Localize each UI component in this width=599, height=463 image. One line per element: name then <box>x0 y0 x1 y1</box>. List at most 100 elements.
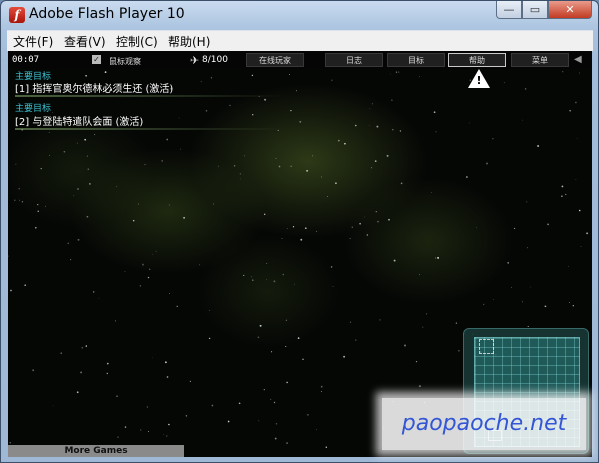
objectives-button[interactable]: 目标 <box>387 53 445 67</box>
star <box>304 227 307 230</box>
star <box>77 238 80 241</box>
online-players-button[interactable]: 在线玩家 <box>246 53 304 67</box>
star <box>395 71 398 73</box>
star <box>67 242 70 245</box>
star <box>281 237 283 240</box>
star <box>312 155 313 157</box>
close-button[interactable]: ✕ <box>548 1 592 19</box>
sound-icon[interactable]: ◀ <box>574 54 582 65</box>
star <box>469 122 471 124</box>
star <box>168 423 170 426</box>
star <box>229 104 231 107</box>
menu-file[interactable]: 文件(F) <box>13 33 53 50</box>
star <box>286 442 289 445</box>
star <box>165 361 167 364</box>
star <box>290 109 292 112</box>
star <box>273 401 276 404</box>
star <box>263 388 265 391</box>
star <box>14 199 16 202</box>
star <box>217 165 219 167</box>
star <box>271 351 273 353</box>
star <box>147 276 150 279</box>
star <box>243 155 246 157</box>
mouse-observe-checkbox[interactable]: ✓ <box>92 55 101 64</box>
star <box>52 405 54 407</box>
star <box>24 284 26 286</box>
menu-view[interactable]: 查看(V) <box>64 33 106 50</box>
star <box>561 185 564 188</box>
star <box>316 429 317 430</box>
star <box>209 310 210 311</box>
star <box>98 297 100 299</box>
minimize-button[interactable]: — <box>496 1 522 19</box>
star <box>376 125 379 128</box>
star <box>466 176 468 178</box>
star <box>132 219 135 222</box>
menu-help[interactable]: 帮助(H) <box>168 33 210 50</box>
star <box>377 220 379 223</box>
log-button[interactable]: 日志 <box>325 53 383 67</box>
more-games-button[interactable]: More Games <box>8 445 184 457</box>
star <box>199 264 200 266</box>
star <box>63 150 66 153</box>
maximize-button[interactable]: ▭ <box>522 1 548 19</box>
star <box>415 360 418 363</box>
watermark: paopaoche.net <box>382 398 586 450</box>
star <box>251 113 254 116</box>
star <box>437 256 440 259</box>
star <box>86 155 89 157</box>
menu-button[interactable]: 菜单 <box>511 53 569 67</box>
star <box>15 163 17 165</box>
star <box>575 179 577 180</box>
star <box>286 381 288 384</box>
star <box>332 286 334 287</box>
help-button[interactable]: 帮助 <box>448 53 506 67</box>
minimap-viewport-marker[interactable] <box>479 339 494 354</box>
star <box>492 298 494 300</box>
star <box>116 186 118 187</box>
star <box>522 119 523 121</box>
star <box>292 226 295 228</box>
star <box>227 420 230 423</box>
star <box>35 226 37 229</box>
star <box>366 234 368 236</box>
flash-player-window: f Adobe Flash Player 10 — ▭ ✕ 文件(F) 查看(V… <box>0 0 599 463</box>
star <box>116 395 118 397</box>
star <box>117 436 119 438</box>
star <box>147 431 149 432</box>
star <box>355 339 357 341</box>
star <box>144 164 146 166</box>
star <box>85 345 88 347</box>
ship-icon: ✈ <box>190 54 200 67</box>
star <box>486 162 488 165</box>
star <box>146 406 149 408</box>
star <box>251 276 252 278</box>
objective-divider <box>15 95 285 97</box>
star <box>565 193 567 196</box>
star <box>331 79 333 81</box>
ship-count: 8/100 <box>202 55 228 65</box>
star <box>320 391 322 393</box>
star <box>94 134 96 136</box>
star <box>524 88 527 90</box>
star <box>522 301 523 303</box>
star <box>320 176 323 178</box>
star <box>37 210 39 212</box>
star <box>562 71 564 73</box>
star <box>300 238 303 241</box>
star <box>306 413 309 416</box>
star <box>275 157 277 159</box>
star <box>114 320 116 322</box>
star <box>60 352 63 355</box>
star <box>252 279 254 281</box>
game-viewport[interactable]: 00:07 ✓ 鼠标观察 ✈ 8/100 在线玩家 日志 目标 帮助 菜单 ◀ … <box>8 51 592 457</box>
star <box>266 263 268 264</box>
star <box>299 120 302 123</box>
star <box>419 274 420 276</box>
star <box>18 187 20 190</box>
star <box>391 99 393 101</box>
star <box>392 128 394 131</box>
star <box>139 285 142 287</box>
title-bar[interactable]: f Adobe Flash Player 10 — ▭ ✕ <box>1 1 598 29</box>
menu-control[interactable]: 控制(C) <box>116 33 158 50</box>
